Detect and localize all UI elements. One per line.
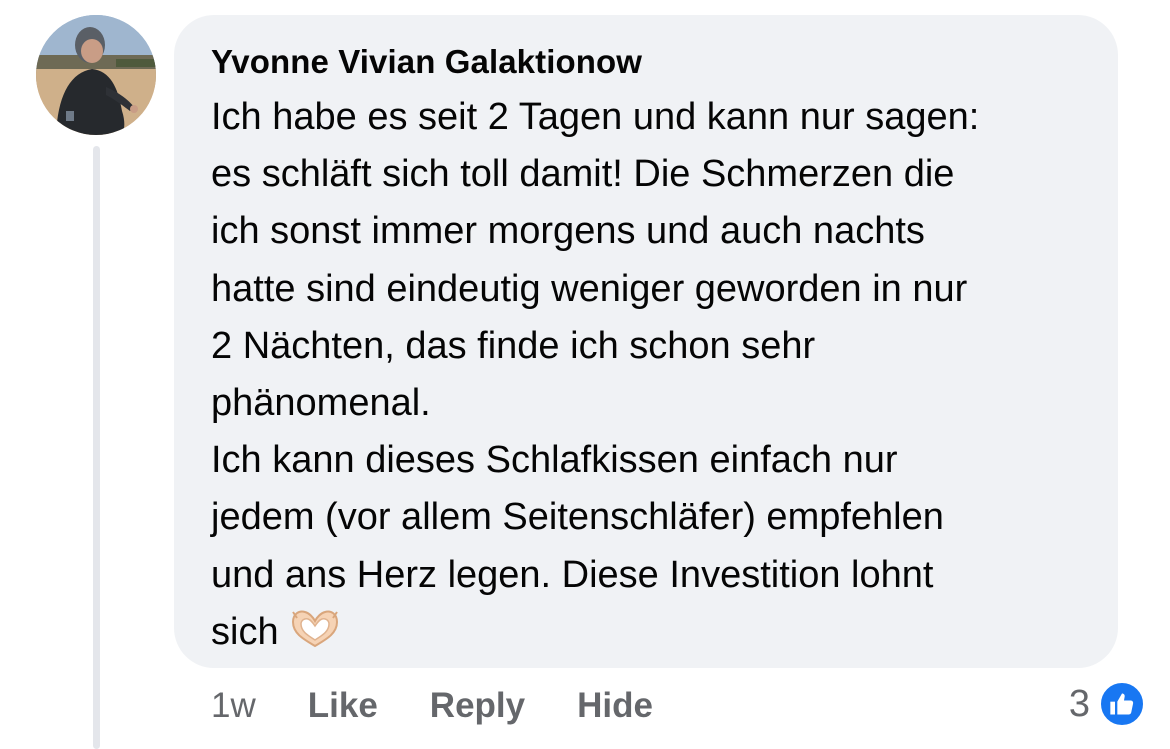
comment-text: Ich habe es seit 2 Tagen und kann nur sa…	[211, 96, 980, 653]
comment-text-block: Ich habe es seit 2 Tagen und kann nur sa…	[211, 89, 1084, 667]
comment-author[interactable]: Yvonne Vivian Galaktionow	[211, 43, 1084, 81]
avatar[interactable]	[36, 15, 156, 135]
avatar-photo	[36, 15, 156, 135]
thumbs-up-icon	[1098, 680, 1146, 728]
comment-timestamp[interactable]: 1w	[211, 686, 256, 726]
hide-button[interactable]: Hide	[577, 686, 653, 726]
like-button[interactable]: Like	[308, 686, 378, 726]
reply-button[interactable]: Reply	[430, 686, 525, 726]
reaction-summary[interactable]: 3	[1069, 680, 1146, 728]
thread-line	[93, 146, 100, 749]
comment-actions: 1w Like Reply Hide	[211, 686, 705, 726]
comment-bubble: Yvonne Vivian Galaktionow Ich habe es se…	[174, 15, 1118, 668]
heart-hands-icon	[287, 608, 343, 667]
comment-thread: Yvonne Vivian Galaktionow Ich habe es se…	[0, 0, 1170, 749]
reaction-count: 3	[1068, 682, 1090, 725]
